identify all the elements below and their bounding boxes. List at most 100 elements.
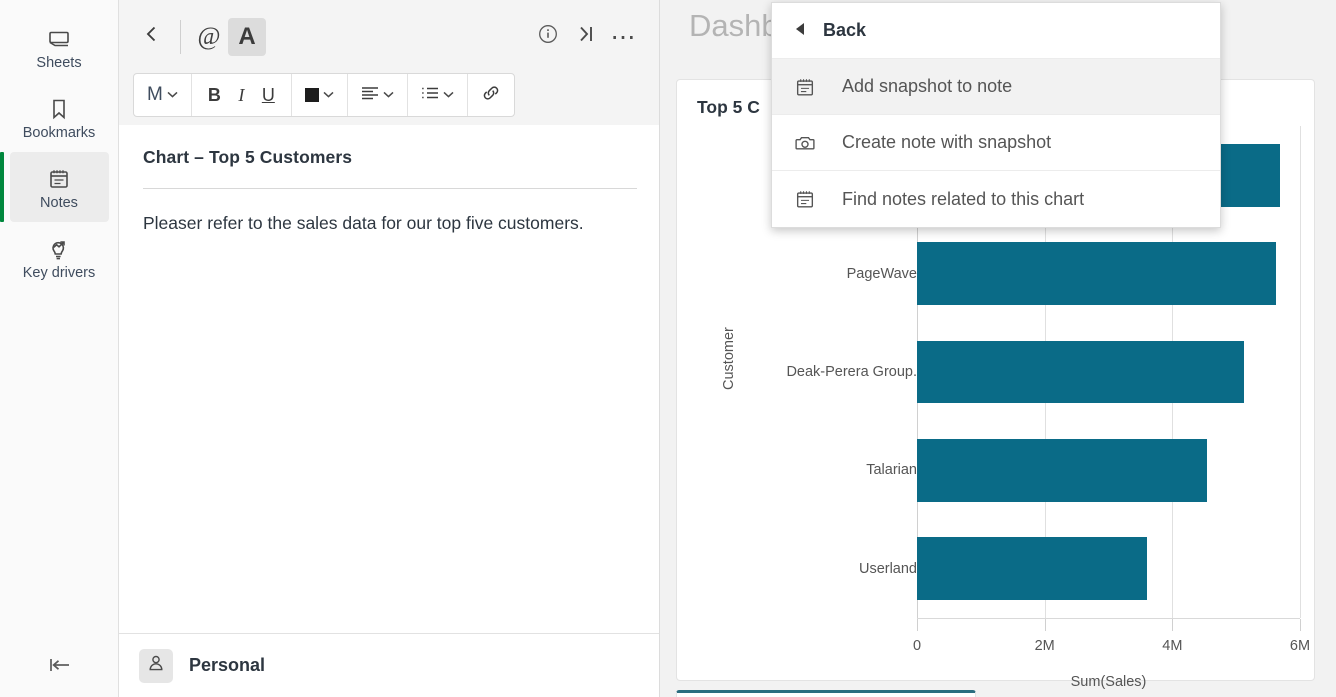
align-left-icon [361, 85, 379, 105]
sidebar-item-notes[interactable]: Notes [0, 152, 109, 222]
sidebar-item-label: Sheets [36, 55, 82, 71]
left-nav-rail: Sheets Bookmarks Notes Key drivers [0, 0, 119, 697]
bookmark-icon [10, 94, 109, 124]
more-options-button[interactable]: ⋯ [605, 18, 643, 56]
notes-toolbar: @ A ⋯ [119, 0, 659, 73]
expand-panel-button[interactable] [567, 18, 605, 56]
chevron-left-icon [142, 24, 162, 49]
sidebar-item-bookmarks[interactable]: Bookmarks [10, 82, 109, 152]
chevron-down-icon [383, 89, 394, 101]
note-icon [794, 76, 818, 98]
sidebar-item-sheets[interactable]: Sheets [10, 12, 109, 82]
menu-back-label: Back [823, 20, 867, 40]
notes-icon [10, 164, 109, 194]
alignment-group [348, 74, 408, 116]
collapse-sidebar-button[interactable] [0, 637, 119, 697]
gridline [1300, 126, 1301, 618]
app-root: Sheets Bookmarks Notes Key drivers @ A ⋯… [0, 0, 1336, 697]
menu-item-label: Add snapshot to note [842, 76, 1013, 96]
context-menu: Back Add snapshot to note Create note wi… [771, 2, 1221, 228]
page-title: Dashb [689, 8, 779, 43]
chart-title: Top 5 C [697, 97, 760, 117]
bar[interactable] [917, 242, 1276, 306]
menu-item-label: Find notes related to this chart [842, 188, 1085, 209]
info-circle-icon [537, 23, 559, 50]
bar[interactable] [917, 537, 1148, 601]
y-axis-tick-label: PageWave [846, 265, 917, 282]
x-axis-tick [1044, 619, 1046, 631]
at-mention-icon: @ [197, 22, 221, 50]
secondary-chart-card-peek[interactable] [676, 690, 976, 697]
chevron-down-icon [443, 89, 454, 101]
list-button[interactable] [417, 78, 458, 112]
menu-item-find-notes[interactable]: Find notes related to this chart [772, 171, 1220, 227]
x-axis-label: Sum(Sales) [1070, 674, 1147, 690]
align-button[interactable] [357, 78, 398, 112]
toolbar-divider [180, 19, 181, 54]
format-toolbar: M B I U [133, 73, 515, 117]
avatar [139, 648, 173, 683]
text-format-button[interactable]: A [228, 17, 266, 56]
sidebar-item-label: Bookmarks [22, 125, 96, 141]
menu-back-button[interactable]: Back [772, 3, 1220, 59]
underline-button[interactable]: U [255, 78, 282, 112]
list-group [408, 74, 468, 116]
menu-item-add-snapshot[interactable]: Add snapshot to note [772, 59, 1220, 115]
link-icon [481, 85, 501, 106]
note-divider [143, 188, 637, 189]
sidebar-item-label: Notes [40, 195, 78, 211]
menu-item-create-note[interactable]: Create note with snapshot [772, 115, 1220, 171]
x-axis-tick [1172, 619, 1174, 631]
collapse-left-icon [45, 655, 75, 680]
text-format-icon: A [238, 22, 256, 50]
x-axis-line [917, 618, 1300, 619]
user-avatar-icon [146, 653, 166, 678]
note-owner-bar[interactable]: Personal [119, 633, 659, 697]
mention-button[interactable]: @ [190, 18, 228, 56]
chevron-down-icon [323, 89, 334, 101]
x-axis-tick [917, 619, 918, 631]
text-color-button[interactable] [301, 78, 338, 112]
y-axis-tick-label: Talarian [866, 462, 917, 479]
back-button[interactable] [133, 18, 171, 56]
note-title: Chart – Top 5 Customers [143, 147, 353, 167]
text-style-label: M [147, 84, 163, 105]
x-axis-tick-label: 2M [1034, 638, 1055, 654]
format-toolbar-wrap: M B I U [119, 73, 659, 125]
triangle-left-icon [794, 22, 807, 40]
text-style-group: M [134, 74, 192, 116]
sidebar-item-label: Key drivers [22, 265, 96, 281]
text-style-dropdown[interactable]: M [143, 78, 182, 112]
more-options-icon: ⋯ [610, 22, 638, 51]
text-color-group [292, 74, 348, 116]
menu-item-label: Create note with snapshot [842, 132, 1052, 152]
x-axis-tick-label: 6M [1289, 638, 1311, 654]
link-button[interactable] [477, 78, 505, 112]
note-owner-label: Personal [189, 655, 266, 675]
x-axis-tick-label: 0 [912, 638, 922, 654]
bullet-list-icon [421, 85, 439, 105]
y-axis-tick-label: Deak-Perera Group. [786, 364, 917, 380]
collapse-right-icon [574, 23, 598, 50]
info-button[interactable] [529, 18, 567, 56]
bold-button[interactable]: B [201, 78, 228, 112]
y-axis-label: Customer [721, 327, 737, 390]
camera-icon [794, 132, 818, 154]
link-group [468, 74, 514, 116]
italic-button[interactable]: I [228, 78, 255, 112]
x-axis-tick-label: 4M [1162, 638, 1183, 654]
text-decoration-group: B I U [192, 74, 292, 116]
chevron-down-icon [167, 89, 178, 101]
notes-panel: @ A ⋯ M B I U Chart – Top 5 Customers Pl… [119, 0, 660, 697]
note-body-text: Pleaser refer to the sales data for our … [143, 213, 584, 233]
x-axis-tick [1300, 619, 1301, 631]
y-axis-tick-label: Userland [858, 560, 917, 577]
sheets-icon [10, 24, 109, 54]
note-icon [794, 188, 818, 210]
color-swatch [304, 88, 319, 102]
note-editor[interactable]: Chart – Top 5 Customers Pleaser refer to… [119, 125, 659, 633]
bar[interactable] [917, 340, 1244, 404]
key-drivers-icon [10, 234, 109, 264]
sidebar-item-key-drivers[interactable]: Key drivers [10, 222, 109, 292]
bar[interactable] [917, 438, 1207, 502]
